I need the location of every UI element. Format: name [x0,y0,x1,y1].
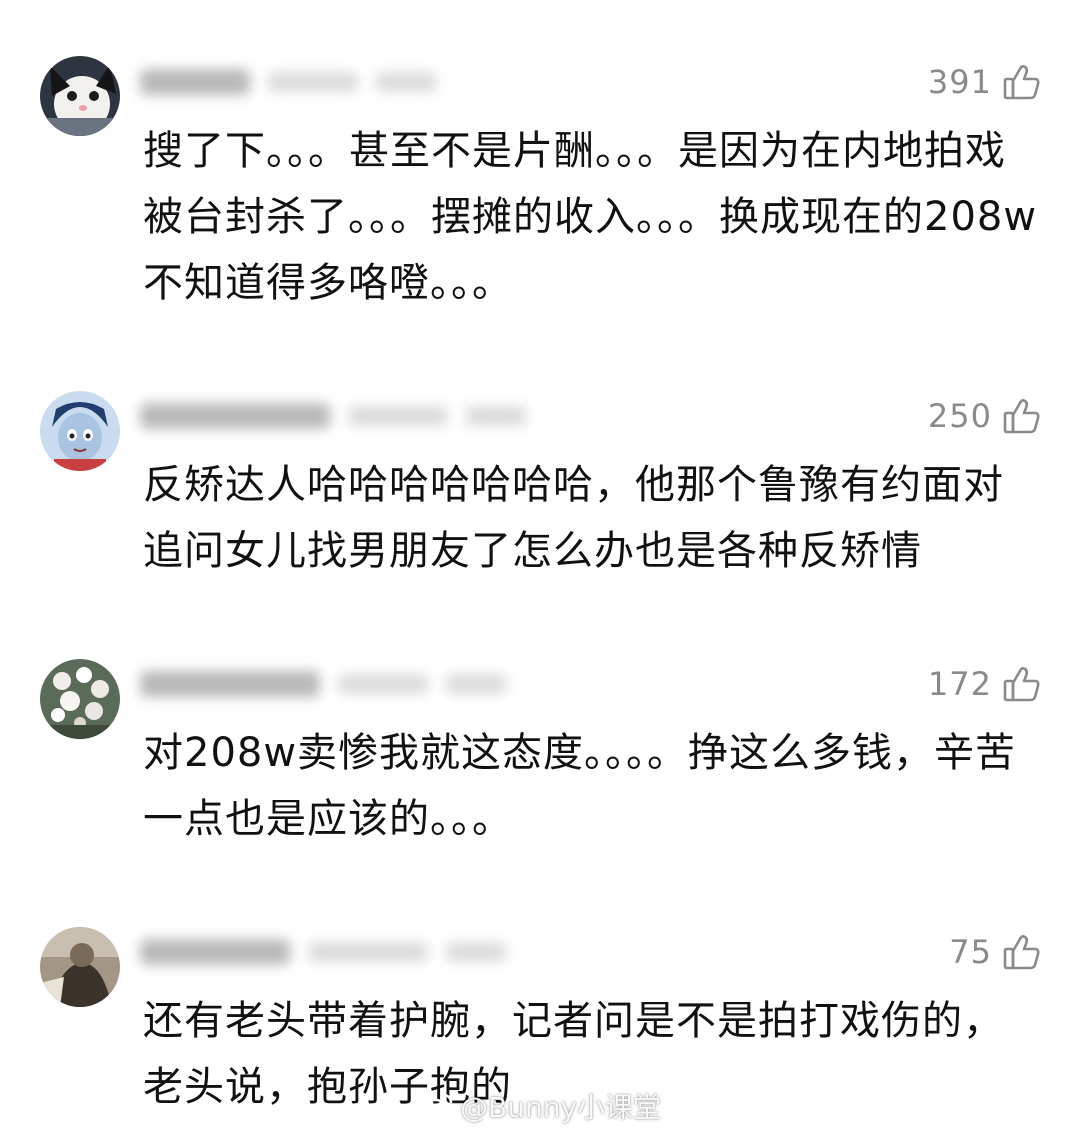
like-count: 250 [927,397,992,435]
like-count: 172 [927,665,992,703]
username-blurred [140,934,506,970]
like-button[interactable]: 172 [928,664,1042,704]
thumbs-up-icon [1002,664,1042,704]
like-button[interactable]: 391 [928,62,1042,102]
comment-text: 反矫达人哈哈哈哈哈哈哈，他那个鲁豫有约面对追问女儿找男朋友了怎么办也是各种反矫情 [143,462,1004,574]
comment-text: 搜了下。。。甚至不是片酬。。。是因为在内地拍戏被台封杀了。。。摆摊的收入。。。换… [143,128,1038,306]
like-button[interactable]: 75 [949,932,1042,972]
thumbs-up-icon [1002,396,1042,436]
thumbs-up-icon [1002,932,1042,972]
weibo-logo-icon [420,1092,454,1120]
username-blurred [140,398,526,434]
cat-avatar-icon[interactable] [40,56,120,136]
like-button[interactable]: 250 [928,396,1042,436]
username-blurred [140,666,506,702]
watermark-text: @Bunny小课堂 [460,1091,662,1124]
flowers-avatar-icon[interactable] [40,659,120,739]
like-count: 391 [927,63,992,101]
username-blurred [140,64,436,100]
photo-avatar-icon[interactable] [40,927,120,1007]
watermark: @Bunny小课堂 [420,1086,661,1126]
cartoon-avatar-icon[interactable] [40,391,120,471]
like-count: 75 [949,933,992,971]
comment-text: 对208w卖惨我就这态度。。。。挣这么多钱，辛苦一点也是应该的。。。 [143,730,1017,842]
thumbs-up-icon [1002,62,1042,102]
